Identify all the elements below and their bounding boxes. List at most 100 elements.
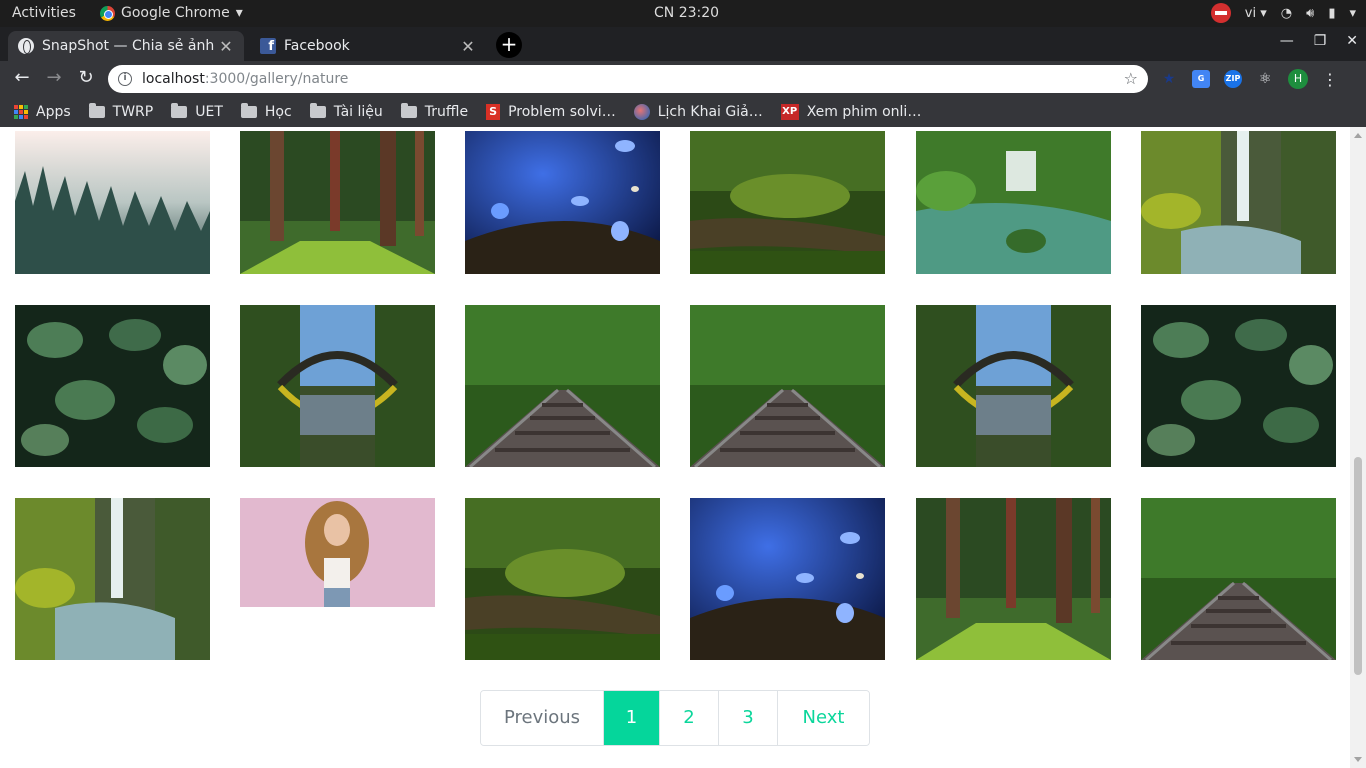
apps-grid-icon [14, 104, 28, 119]
translate-extension-icon[interactable]: G [1192, 70, 1210, 88]
close-icon[interactable]: ✕ [460, 37, 476, 56]
app-menu[interactable]: Google Chrome ▾ [100, 5, 243, 21]
photo-mossy-stream[interactable] [690, 131, 885, 274]
scroll-up-arrow-icon[interactable] [1354, 133, 1362, 138]
photo-arch-bridge-reflection[interactable] [916, 305, 1111, 467]
zip-extension-icon[interactable]: ZIP [1224, 70, 1242, 88]
forward-arrow-icon[interactable]: → [42, 66, 66, 90]
react-extension-icon[interactable]: ⚛ [1256, 70, 1274, 88]
bookmark-uet[interactable]: UET [171, 102, 223, 120]
gallery-page: Previous 1 2 3 Next [0, 127, 1350, 768]
folder-icon [400, 102, 417, 118]
system-top-bar: Activities Google Chrome ▾ CN 23:20 vi ▾… [0, 0, 1366, 27]
photo-forest-waterfall[interactable] [916, 131, 1111, 274]
photo-blue-butterflies[interactable] [690, 498, 885, 660]
photo-arch-bridge-reflection[interactable] [240, 305, 435, 467]
photo-foggy-forest[interactable] [15, 131, 210, 274]
bookmark-apps[interactable]: Apps [14, 104, 71, 120]
chrome-icon [100, 5, 115, 21]
window-controls: — ❐ ✕ [1280, 33, 1358, 49]
globe-icon [18, 38, 34, 54]
url-path: :3000/gallery/nature [204, 71, 349, 87]
photo-pine-forest-path[interactable] [916, 498, 1111, 660]
bookmark-label: Xem phim onli… [806, 103, 922, 120]
bookmark-star-icon[interactable]: ☆ [1124, 65, 1138, 93]
photo-woman-pink-background[interactable] [240, 498, 435, 607]
clock[interactable]: CN 23:20 [654, 5, 719, 21]
bookmark-label: TWRP [112, 103, 154, 120]
language-label: vi [1244, 5, 1257, 21]
extensions-area: ★ G ZIP ⚛ H ⋮ [1160, 69, 1338, 89]
facebook-icon: f [260, 38, 276, 54]
photo-blue-butterflies[interactable] [465, 131, 660, 274]
restore-icon[interactable]: ❐ [1314, 33, 1327, 49]
bookmark-label: UET [195, 103, 223, 120]
next-page-button[interactable]: Next [777, 691, 869, 745]
scrollbar-thumb[interactable] [1354, 457, 1362, 675]
bookmark-truffle[interactable]: Truffle [400, 102, 469, 120]
folder-icon [240, 102, 257, 118]
bookmark-label: Problem solvi… [508, 103, 616, 120]
url-host: localhost [142, 71, 205, 87]
page-3-button[interactable]: 3 [718, 691, 777, 745]
page-2-button[interactable]: 2 [659, 691, 718, 745]
folder-icon [309, 102, 326, 118]
bookmark-problem-solving[interactable]: S Problem solvi… [486, 103, 616, 120]
scroll-down-arrow-icon[interactable] [1354, 757, 1362, 762]
tab-strip: SnapShot — Chia sẻ ảnh ✕ f Facebook ✕ + … [0, 27, 1366, 61]
minimize-icon[interactable]: — [1280, 33, 1294, 49]
previous-page-button[interactable]: Previous [481, 691, 603, 745]
battery-icon: ▮ [1328, 5, 1336, 21]
language-indicator[interactable]: vi ▾ [1245, 6, 1267, 21]
xp-icon: XP [780, 103, 799, 120]
bookmark-hoc[interactable]: Học [240, 102, 292, 120]
tab-snapshot[interactable]: SnapShot — Chia sẻ ảnh ✕ [8, 31, 244, 61]
profile-avatar[interactable]: H [1288, 69, 1308, 89]
tab-title: Facebook [284, 38, 350, 54]
bookmark-xem-phim[interactable]: XP Xem phim onli… [780, 103, 922, 120]
folder-icon [88, 102, 105, 118]
chevron-down-icon: ▾ [1349, 5, 1356, 21]
photo-railway-tracks[interactable] [1141, 498, 1336, 660]
photo-green-leaves[interactable] [1141, 305, 1336, 467]
pagination: Previous 1 2 3 Next [480, 690, 870, 746]
site-icon [633, 103, 650, 120]
page-scrollbar[interactable] [1350, 127, 1366, 768]
photo-tall-waterfall[interactable] [15, 498, 210, 660]
app-name: Google Chrome [121, 5, 230, 21]
bookmark-tai-lieu[interactable]: Tài liệu [309, 102, 383, 120]
tab-facebook[interactable]: f Facebook ✕ [250, 31, 486, 61]
photo-railway-tracks[interactable] [690, 305, 885, 467]
activities-button[interactable]: Activities [12, 5, 76, 21]
reload-icon[interactable]: ↻ [74, 66, 98, 90]
bookmark-label: Apps [36, 103, 71, 120]
address-bar[interactable]: i localhost:3000/gallery/nature ☆ [108, 65, 1148, 93]
photo-pine-forest-path[interactable] [240, 131, 435, 274]
codeforces-icon: S [486, 103, 501, 120]
volume-icon: 🔊︎ [1306, 5, 1315, 21]
bookmark-label: Truffle [424, 103, 469, 120]
system-tray[interactable]: vi ▾ ◔ 🔊︎ ▮ ▾ [1210, 3, 1356, 23]
star-extension-icon[interactable]: ★ [1160, 70, 1178, 88]
photo-green-leaves[interactable] [15, 305, 210, 467]
menu-kebab-icon[interactable]: ⋮ [1322, 70, 1338, 89]
tab-title: SnapShot — Chia sẻ ảnh [42, 38, 215, 54]
new-tab-button[interactable]: + [496, 32, 522, 58]
chevron-down-icon: ▾ [235, 5, 243, 21]
photo-mossy-stream[interactable] [465, 498, 660, 660]
photo-railway-tracks[interactable] [465, 305, 660, 467]
page-1-button[interactable]: 1 [603, 691, 659, 745]
bookmark-label: Học [264, 103, 292, 120]
bookmark-twrp[interactable]: TWRP [88, 102, 154, 120]
bookmark-lich-khai-giang[interactable]: Lịch Khai Giả… [633, 103, 763, 120]
wifi-icon: ◔ [1280, 5, 1293, 21]
back-arrow-icon[interactable]: ← [10, 66, 34, 90]
info-icon[interactable]: i [118, 72, 132, 86]
browser-toolbar: ← → ↻ i localhost:3000/gallery/nature ☆ … [0, 61, 1366, 96]
photo-tall-waterfall[interactable] [1141, 131, 1336, 274]
close-icon[interactable]: ✕ [218, 37, 234, 56]
no-entry-icon[interactable] [1210, 3, 1231, 23]
bookmarks-bar: Apps TWRP UET Học Tài liệu Truffle S Prob… [0, 96, 1366, 127]
close-window-icon[interactable]: ✕ [1346, 33, 1358, 49]
bookmark-label: Lịch Khai Giả… [657, 103, 763, 120]
